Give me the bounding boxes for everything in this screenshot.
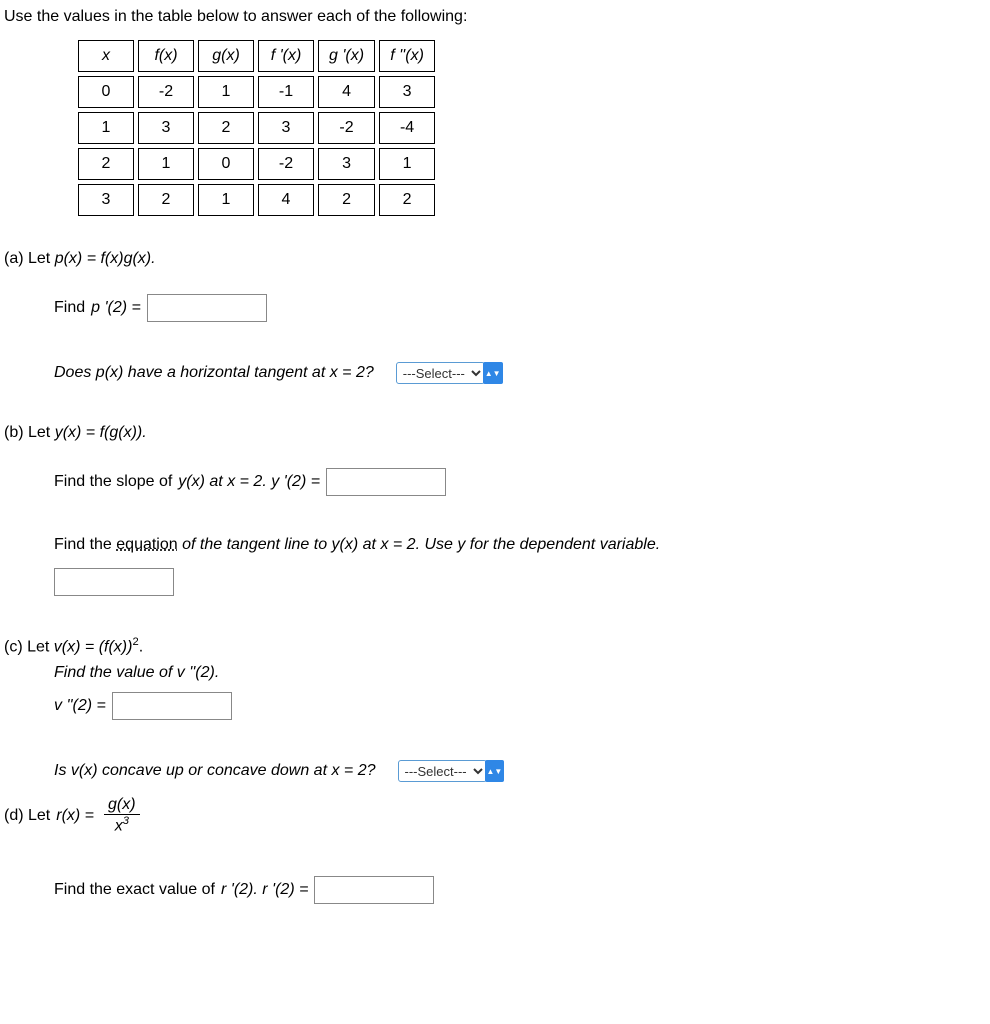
table-row: 3 2 1 4 2 2 [78,184,435,216]
cell: -1 [258,76,314,108]
part-b-slope-row: Find the slope of y(x) at x = 2. y '(2) … [54,468,986,496]
slope-question-mid: y(x) at x = 2. y '(2) = [178,473,320,491]
part-c-def-post: . [139,638,143,655]
table-row: 2 1 0 -2 3 1 [78,148,435,180]
v-double-prime-expr: v ''(2) = [54,697,106,715]
table-header-row: x f(x) g(x) f '(x) g '(x) f ''(x) [78,40,435,72]
cell: -2 [138,76,194,108]
cell: 3 [318,148,375,180]
select-stepper-icon: ▲▼ [485,760,505,782]
part-d-find-expr: r '(2). r '(2) = [221,881,308,899]
part-c-concave-row: Is v(x) concave up or concave down at x … [54,760,986,782]
cell: 3 [258,112,314,144]
cell: 1 [198,184,254,216]
cell: 2 [318,184,375,216]
col-header: g '(x) [318,40,375,72]
equation-link[interactable]: equation [116,536,177,553]
part-c-def-pre: v(x) = (f(x)) [54,638,133,655]
col-header: g(x) [198,40,254,72]
tangent-select[interactable]: ---Select--- [396,362,485,384]
part-b-equation-prompt: Find the equation of the tangent line to… [54,536,986,554]
eq-post: of the tangent line to y(x) at x = 2. Us… [178,536,661,553]
r-prime-2-input[interactable] [314,876,434,904]
col-header: f '(x) [258,40,314,72]
part-d-find-pre: Find the exact value of [54,881,215,899]
part-c-expr-row: v ''(2) = [54,692,986,720]
y-prime-2-input[interactable] [326,468,446,496]
intro-text: Use the values in the table below to ans… [4,8,986,26]
cell: 1 [379,148,435,180]
cell: 1 [198,76,254,108]
cell: 4 [318,76,375,108]
v-double-prime-2-input[interactable] [112,692,232,720]
part-a-lead: (a) Let [4,250,55,267]
slope-question-pre: Find the slope of [54,473,172,491]
cell: 2 [379,184,435,216]
find-expression: p '(2) = [91,299,141,317]
values-table: x f(x) g(x) f '(x) g '(x) f ''(x) 0 -2 1… [74,36,439,220]
part-c-lead: (c) Let [4,638,54,655]
table-row: 1 3 2 3 -2 -4 [78,112,435,144]
tangent-line-input[interactable] [54,568,174,596]
part-a: (a) Let p(x) = f(x)g(x). [4,250,986,268]
cell: -2 [258,148,314,180]
part-d-def-pre: r(x) = [56,807,94,825]
tangent-question: Does p(x) have a horizontal tangent at x… [54,364,374,382]
part-d-find-row: Find the exact value of r '(2). r '(2) = [54,876,986,904]
select-stepper-icon: ▲▼ [483,362,503,384]
col-header: x [78,40,134,72]
part-a-definition: p(x) = f(x)g(x). [55,250,156,267]
concave-select[interactable]: ---Select--- [398,760,487,782]
part-d-lead: (d) Let [4,807,50,825]
cell: 3 [379,76,435,108]
cell: -2 [318,112,375,144]
part-a-tangent-row: Does p(x) have a horizontal tangent at x… [54,362,986,384]
cell: 3 [78,184,134,216]
part-c-find-label: Find the value of v ''(2). [54,664,219,681]
cell: 2 [198,112,254,144]
part-b-definition: y(x) = f(g(x)). [55,424,147,441]
cell: 1 [78,112,134,144]
cell: 4 [258,184,314,216]
part-d: (d) Let r(x) = g(x) x3 [4,796,986,835]
find-label: Find [54,299,85,317]
part-b-lead: (b) Let [4,424,55,441]
cell: 0 [198,148,254,180]
cell: 0 [78,76,134,108]
cell: -4 [379,112,435,144]
col-header: f ''(x) [379,40,435,72]
cell: 1 [138,148,194,180]
table-row: 0 -2 1 -1 4 3 [78,76,435,108]
concave-question: Is v(x) concave up or concave down at x … [54,762,376,780]
col-header: f(x) [138,40,194,72]
part-a-find-row: Find p '(2) = [54,294,986,322]
p-prime-2-input[interactable] [147,294,267,322]
cell: 3 [138,112,194,144]
part-b: (b) Let y(x) = f(g(x)). [4,424,986,442]
fraction: g(x) x3 [104,796,140,835]
eq-pre: Find the [54,536,116,553]
part-c: (c) Let v(x) = (f(x))2. [4,636,986,656]
fraction-numerator: g(x) [104,796,140,815]
cell: 2 [78,148,134,180]
cell: 2 [138,184,194,216]
fraction-denominator: x3 [111,815,133,835]
